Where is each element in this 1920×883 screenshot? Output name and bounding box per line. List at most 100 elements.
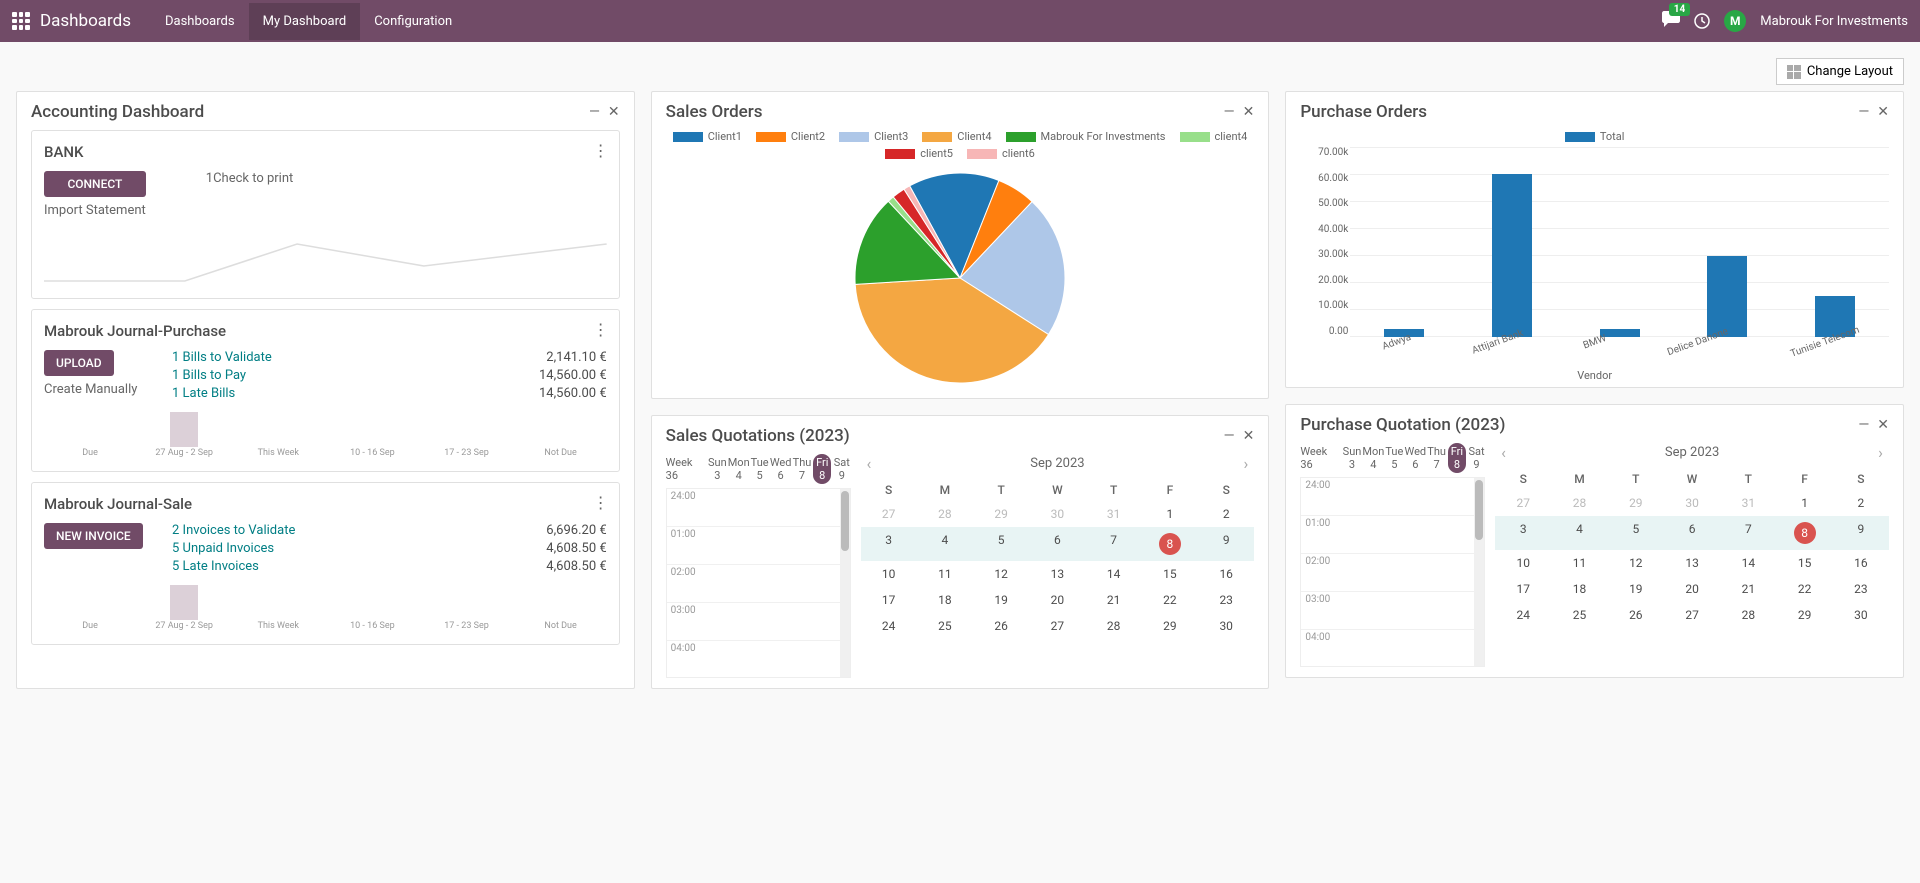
cal-day[interactable]: 21: [1720, 576, 1776, 602]
cal-day[interactable]: 17: [861, 587, 917, 613]
cal-day[interactable]: 1: [1142, 501, 1198, 527]
cal-day[interactable]: 7: [1720, 516, 1776, 550]
kebab-icon[interactable]: ⋮: [593, 141, 609, 160]
journal-link[interactable]: 5 Late Invoices: [172, 559, 259, 574]
cal-day[interactable]: 3: [861, 527, 917, 561]
apps-icon[interactable]: [12, 12, 30, 30]
cal-day[interactable]: 19: [973, 587, 1029, 613]
scrollbar-thumb[interactable]: [1475, 480, 1483, 540]
cal-day[interactable]: 27: [1664, 602, 1720, 628]
cal-next-icon[interactable]: ›: [1244, 454, 1249, 473]
cal-day[interactable]: 24: [1495, 602, 1551, 628]
cal-next-icon[interactable]: ›: [1878, 443, 1883, 462]
cal-day[interactable]: 27: [1029, 613, 1085, 639]
cal-day[interactable]: 22: [1142, 587, 1198, 613]
connect-button[interactable]: CONNECT: [44, 171, 146, 197]
close-icon[interactable]: ✕: [608, 104, 620, 120]
cal-day[interactable]: 15: [1776, 550, 1832, 576]
avatar[interactable]: M: [1724, 10, 1746, 32]
cal-day[interactable]: 31: [1720, 490, 1776, 516]
cal-day[interactable]: 1: [1776, 490, 1832, 516]
cal-day[interactable]: 10: [861, 561, 917, 587]
cal-day[interactable]: 15: [1142, 561, 1198, 587]
cal-day[interactable]: 29: [1776, 602, 1832, 628]
hour-grid[interactable]: 24:0001:0002:0003:0004:0005:00: [1300, 477, 1485, 667]
cal-day[interactable]: 23: [1198, 587, 1254, 613]
cal-day[interactable]: 17: [1495, 576, 1551, 602]
cal-day[interactable]: 28: [1551, 490, 1607, 516]
messages-icon[interactable]: 14: [1662, 11, 1680, 31]
new-invoice-button[interactable]: NEW INVOICE: [44, 523, 143, 549]
import-statement-link[interactable]: Import Statement: [44, 203, 146, 218]
cal-day[interactable]: 9: [1833, 516, 1889, 550]
cal-day[interactable]: 11: [1551, 550, 1607, 576]
upload-button[interactable]: UPLOAD: [44, 350, 114, 376]
cal-day[interactable]: 7: [1086, 527, 1142, 561]
cal-day[interactable]: 24: [861, 613, 917, 639]
cal-day[interactable]: 23: [1833, 576, 1889, 602]
cal-day[interactable]: 5: [1608, 516, 1664, 550]
cal-day[interactable]: 29: [1142, 613, 1198, 639]
kebab-icon[interactable]: ⋮: [593, 320, 609, 339]
cal-day[interactable]: 5: [973, 527, 1029, 561]
minimize-icon[interactable]: —: [1858, 417, 1869, 433]
change-layout-button[interactable]: Change Layout: [1776, 58, 1904, 85]
cal-day[interactable]: 2: [1198, 501, 1254, 527]
cal-day[interactable]: 22: [1776, 576, 1832, 602]
nav-my-dashboard[interactable]: My Dashboard: [249, 3, 361, 40]
cal-day[interactable]: 25: [917, 613, 973, 639]
cal-day[interactable]: 6: [1664, 516, 1720, 550]
cal-day[interactable]: 18: [917, 587, 973, 613]
close-icon[interactable]: ✕: [1877, 417, 1889, 433]
journal-link[interactable]: 2 Invoices to Validate: [172, 523, 295, 538]
journal-link[interactable]: 1 Bills to Validate: [172, 350, 272, 365]
cal-day[interactable]: 3: [1495, 516, 1551, 550]
nav-dashboards[interactable]: Dashboards: [151, 3, 249, 40]
cal-day[interactable]: 26: [973, 613, 1029, 639]
cal-day[interactable]: 13: [1029, 561, 1085, 587]
create-manually-link[interactable]: Create Manually: [44, 382, 137, 397]
bar-attijari-bank[interactable]: [1492, 174, 1532, 337]
cal-day[interactable]: 28: [1086, 613, 1142, 639]
cal-day[interactable]: 13: [1664, 550, 1720, 576]
cal-prev-icon[interactable]: ‹: [867, 454, 872, 473]
cal-day[interactable]: 19: [1608, 576, 1664, 602]
cal-day[interactable]: 28: [1720, 602, 1776, 628]
cal-day[interactable]: 29: [1608, 490, 1664, 516]
cal-day[interactable]: 12: [973, 561, 1029, 587]
cal-day[interactable]: 8: [1776, 516, 1832, 550]
cal-day[interactable]: 27: [1495, 490, 1551, 516]
hour-grid[interactable]: 24:0001:0002:0003:0004:0005:00: [666, 488, 851, 678]
cal-day[interactable]: 30: [1198, 613, 1254, 639]
journal-link[interactable]: 5 Unpaid Invoices: [172, 541, 274, 556]
minimize-icon[interactable]: —: [589, 104, 600, 120]
cal-day[interactable]: 8: [1142, 527, 1198, 561]
cal-day[interactable]: 10: [1495, 550, 1551, 576]
scrollbar-thumb[interactable]: [841, 491, 849, 551]
cal-day[interactable]: 31: [1086, 501, 1142, 527]
cal-day[interactable]: 14: [1086, 561, 1142, 587]
cal-day[interactable]: 26: [1608, 602, 1664, 628]
minimize-icon[interactable]: —: [1224, 104, 1235, 120]
cal-day[interactable]: 18: [1551, 576, 1607, 602]
minimize-icon[interactable]: —: [1858, 104, 1869, 120]
journal-link[interactable]: 1 Bills to Pay: [172, 368, 246, 383]
cal-day[interactable]: 4: [917, 527, 973, 561]
close-icon[interactable]: ✕: [1243, 104, 1255, 120]
cal-day[interactable]: 16: [1198, 561, 1254, 587]
cal-day[interactable]: 9: [1198, 527, 1254, 561]
cal-day[interactable]: 30: [1664, 490, 1720, 516]
cal-day[interactable]: 27: [861, 501, 917, 527]
kebab-icon[interactable]: ⋮: [593, 493, 609, 512]
cal-day[interactable]: 11: [917, 561, 973, 587]
cal-day[interactable]: 12: [1608, 550, 1664, 576]
journal-link[interactable]: 1 Late Bills: [172, 386, 235, 401]
close-icon[interactable]: ✕: [1877, 104, 1889, 120]
cal-day[interactable]: 20: [1029, 587, 1085, 613]
cal-day[interactable]: 21: [1086, 587, 1142, 613]
close-icon[interactable]: ✕: [1243, 428, 1255, 444]
cal-day[interactable]: 16: [1833, 550, 1889, 576]
username[interactable]: Mabrouk For Investments: [1760, 14, 1908, 29]
nav-configuration[interactable]: Configuration: [360, 3, 466, 40]
cal-day[interactable]: 25: [1551, 602, 1607, 628]
